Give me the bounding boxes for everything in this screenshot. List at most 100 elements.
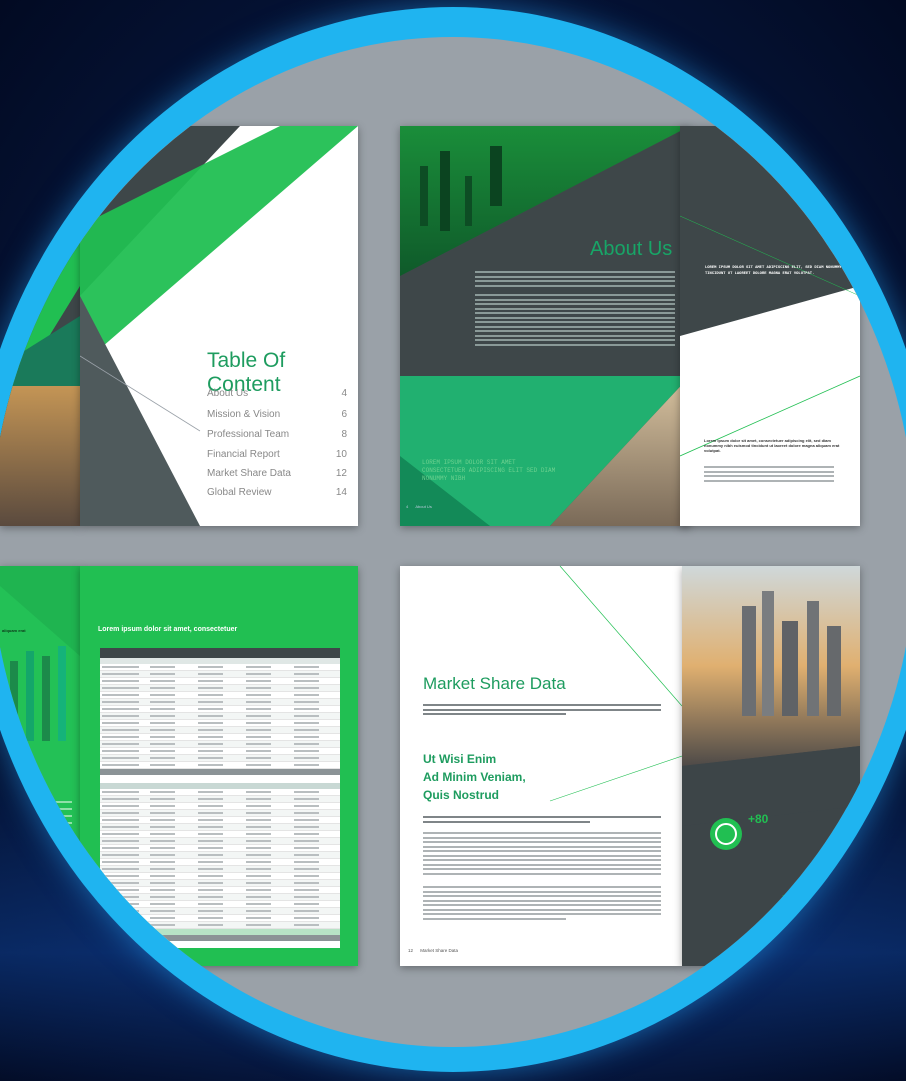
table-cell <box>100 859 148 865</box>
table-cell <box>244 922 292 928</box>
toc-item-financial-report: Financial Report 10 <box>207 449 347 460</box>
table-cell <box>292 824 340 830</box>
toc-page: Table Of Content About Us 4 Mission & Vi… <box>80 126 358 526</box>
table-cell <box>196 692 244 698</box>
toc-left-graphic <box>0 146 80 526</box>
table-cell <box>244 671 292 677</box>
table-cell <box>100 671 148 677</box>
toc-item-global-review: Global Review 14 <box>207 487 347 498</box>
toc-item-professional-team: Professional Team 8 <box>207 429 347 440</box>
table-cell <box>148 922 196 928</box>
table-cell <box>292 831 340 837</box>
table-row <box>100 880 340 887</box>
toc-geometric-graphic <box>80 126 358 526</box>
table-cell <box>100 852 148 858</box>
table-cell <box>100 748 148 754</box>
table-cell <box>148 824 196 830</box>
table-cell <box>244 706 292 712</box>
toc-item-label: About Us <box>207 388 249 399</box>
table-cell <box>196 838 244 844</box>
about-body-text <box>475 271 675 348</box>
table-cell <box>196 720 244 726</box>
table-cell <box>100 915 148 921</box>
table-cell <box>292 852 340 858</box>
table-row <box>100 852 340 859</box>
table-cell <box>196 852 244 858</box>
table-cell <box>196 789 244 795</box>
table-cell <box>148 671 196 677</box>
table-cell <box>292 838 340 844</box>
table-cell <box>100 734 148 740</box>
toc-item-page: 10 <box>335 449 347 460</box>
table-cell <box>292 685 340 691</box>
toc-item-market-share-data: Market Share Data 12 <box>207 468 347 479</box>
table-cell <box>148 817 196 823</box>
table-cell <box>196 915 244 921</box>
table-row <box>100 845 340 852</box>
market-subtitle: Ut Wisi Enim Ad Minim Veniam, Quis Nostr… <box>423 750 563 804</box>
table-cell <box>196 810 244 816</box>
table-row <box>100 692 340 699</box>
table-cell <box>196 866 244 872</box>
table-row <box>100 796 340 803</box>
toc-item-label: Global Review <box>207 487 272 498</box>
financial-title: Lorem ipsum dolor sit amet, consectetuer <box>98 626 238 633</box>
table-cell <box>244 901 292 907</box>
toc-item-label: Financial Report <box>207 449 280 460</box>
table-cell <box>244 762 292 768</box>
table-cell <box>292 755 340 761</box>
table-cell <box>244 713 292 719</box>
about-us-title: About Us <box>590 238 673 260</box>
table-cell <box>148 901 196 907</box>
table-cell <box>100 720 148 726</box>
toc-left-page <box>0 126 80 526</box>
table-cell <box>196 845 244 851</box>
table-cell <box>196 755 244 761</box>
table-cell <box>196 796 244 802</box>
table-row <box>100 734 340 741</box>
table-cell <box>196 887 244 893</box>
market-body-text-2 <box>423 832 661 877</box>
table-cell <box>196 664 244 670</box>
table-cell <box>196 859 244 865</box>
table-cell <box>100 706 148 712</box>
table-cell <box>244 838 292 844</box>
table-cell <box>244 845 292 851</box>
toc-item-label: Professional Team <box>207 429 290 440</box>
toc-item-about-us: About Us 4 <box>207 388 347 399</box>
table-cell <box>100 887 148 893</box>
market-footer-page: 12 <box>408 948 414 953</box>
table-row <box>100 671 340 678</box>
table-cell <box>148 741 196 747</box>
table-cell <box>100 824 148 830</box>
table-cell <box>100 685 148 691</box>
table-cell <box>292 789 340 795</box>
table-row <box>100 789 340 796</box>
table-row <box>100 720 340 727</box>
table-cell <box>244 755 292 761</box>
table-cell <box>244 741 292 747</box>
table-cell <box>196 762 244 768</box>
table-cell <box>100 678 148 684</box>
subtitle-line: Quis Nostrud <box>423 788 500 802</box>
table-cell <box>148 845 196 851</box>
table-cell <box>196 922 244 928</box>
table-body-section-1 <box>100 664 340 769</box>
table-cell <box>196 685 244 691</box>
table-row <box>100 866 340 873</box>
table-cell <box>292 803 340 809</box>
table-cell <box>148 678 196 684</box>
table-cell <box>100 817 148 823</box>
table-cell <box>244 894 292 900</box>
table-cell <box>292 845 340 851</box>
table-cell <box>100 838 148 844</box>
table-cell <box>292 873 340 879</box>
table-cell <box>148 838 196 844</box>
table-cell <box>148 796 196 802</box>
table-cell <box>100 901 148 907</box>
table-cell <box>292 859 340 865</box>
subtitle-line: Ad Minim Veniam, <box>423 770 526 784</box>
table-cell <box>148 748 196 754</box>
table-cell <box>292 796 340 802</box>
table-row <box>100 838 340 845</box>
